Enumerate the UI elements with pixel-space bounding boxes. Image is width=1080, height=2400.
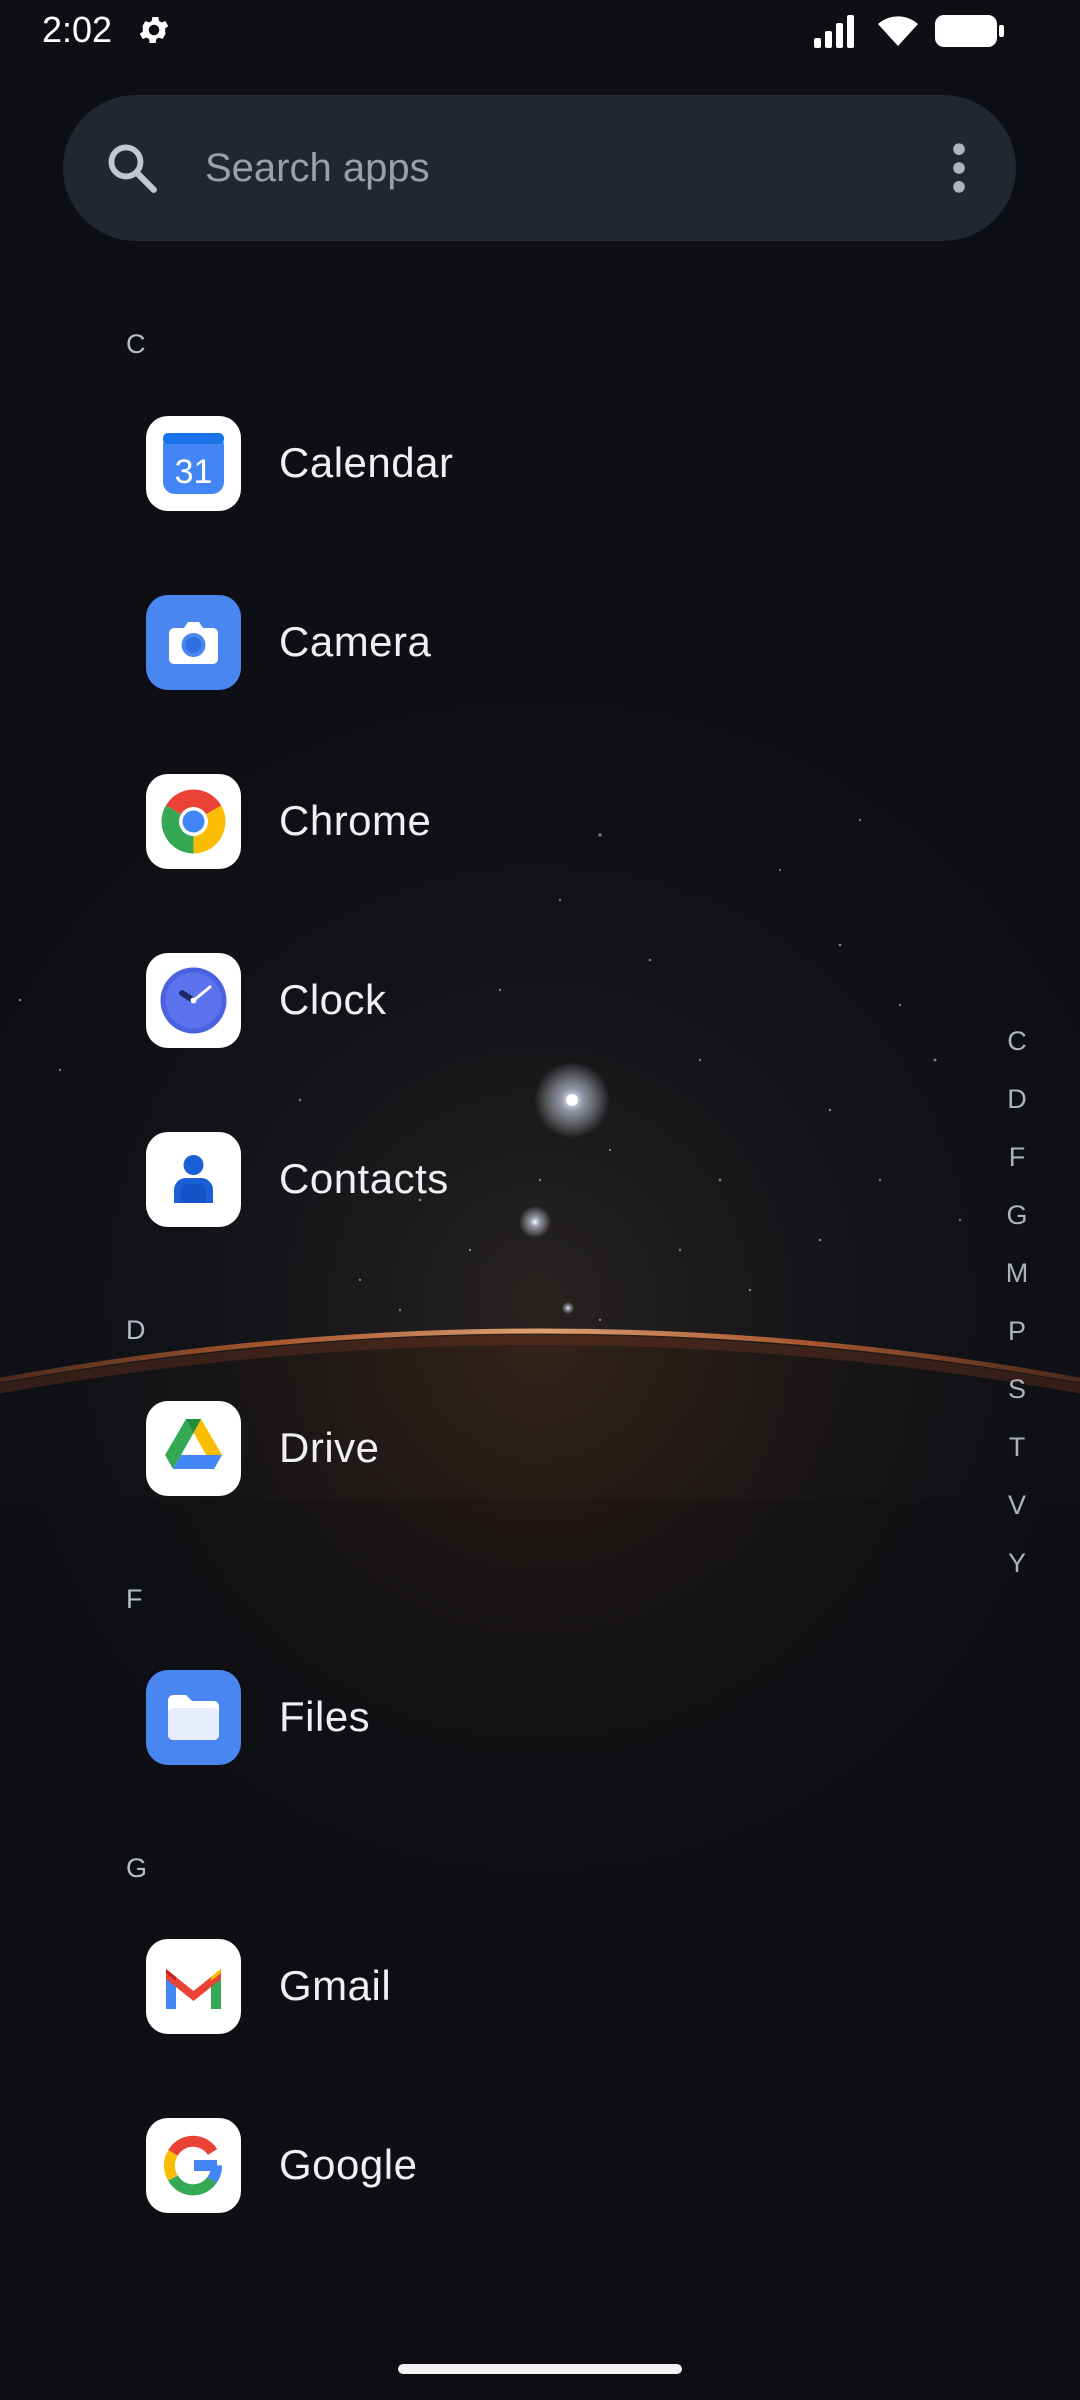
- app-label: Gmail: [279, 1962, 392, 2009]
- section-header-c: C: [126, 329, 146, 359]
- app-item-files[interactable]: Files: [126, 1652, 946, 1782]
- scroller-letter-g[interactable]: G: [990, 1199, 1044, 1231]
- gesture-nav-handle[interactable]: [398, 2364, 682, 2374]
- scroller-letter-d[interactable]: D: [990, 1083, 1044, 1115]
- app-label: Files: [279, 1693, 371, 1740]
- search-icon: [108, 144, 157, 193]
- drive-icon: [146, 1401, 241, 1496]
- app-drawer-screen: 2:02 C: [0, 0, 1080, 2400]
- app-label: Contacts: [279, 1155, 449, 1202]
- app-list: C 31 Calendar Camera Chrome Clock Contac…: [0, 0, 1080, 2400]
- app-label: Camera: [279, 618, 432, 665]
- gear-icon: [139, 16, 169, 44]
- scroller-letter-f[interactable]: F: [990, 1141, 1044, 1173]
- chrome-icon: [146, 774, 241, 869]
- calendar-icon-day: 31: [175, 453, 213, 491]
- app-item-contacts[interactable]: Contacts: [126, 1114, 946, 1244]
- search-input[interactable]: [205, 135, 825, 201]
- app-item-camera[interactable]: Camera: [126, 577, 946, 707]
- search-bar[interactable]: [63, 95, 1016, 241]
- scroller-letter-p[interactable]: P: [990, 1315, 1044, 1347]
- more-vert-icon[interactable]: [939, 139, 979, 197]
- app-label: Google: [279, 2141, 418, 2188]
- app-item-chrome[interactable]: Chrome: [126, 756, 946, 886]
- scroller-letter-s[interactable]: S: [990, 1373, 1044, 1405]
- app-item-calendar[interactable]: 31 Calendar: [126, 398, 946, 528]
- scroller-letter-c[interactable]: C: [990, 1025, 1044, 1057]
- app-item-clock[interactable]: Clock: [126, 935, 946, 1065]
- clock-icon: [146, 953, 241, 1048]
- status-bar: 2:02: [0, 0, 1080, 62]
- app-label: Calendar: [279, 439, 454, 486]
- app-label: Drive: [279, 1424, 380, 1471]
- google-icon: [146, 2118, 241, 2213]
- signal-icon: [814, 15, 854, 48]
- app-item-drive[interactable]: Drive: [126, 1383, 946, 1513]
- scroller-letter-y[interactable]: Y: [990, 1547, 1044, 1579]
- section-header-f: F: [126, 1584, 143, 1614]
- app-label: Clock: [279, 976, 387, 1023]
- calendar-icon: 31: [146, 416, 241, 511]
- gmail-icon: [146, 1939, 241, 2034]
- files-icon: [146, 1670, 241, 1765]
- wifi-icon: [878, 16, 918, 46]
- battery-icon: [935, 15, 1004, 47]
- scroller-letter-t[interactable]: T: [990, 1431, 1044, 1463]
- scroller-letter-v[interactable]: V: [990, 1489, 1044, 1521]
- section-header-g: G: [126, 1853, 148, 1883]
- status-time: 2:02: [42, 9, 113, 50]
- app-label: Chrome: [279, 797, 432, 844]
- camera-icon: [146, 595, 241, 690]
- contacts-icon: [146, 1132, 241, 1227]
- app-item-google[interactable]: Google: [126, 2100, 946, 2230]
- app-item-gmail[interactable]: Gmail: [126, 1921, 946, 2051]
- scroller-letter-m[interactable]: M: [990, 1257, 1044, 1289]
- section-header-d: D: [126, 1315, 146, 1345]
